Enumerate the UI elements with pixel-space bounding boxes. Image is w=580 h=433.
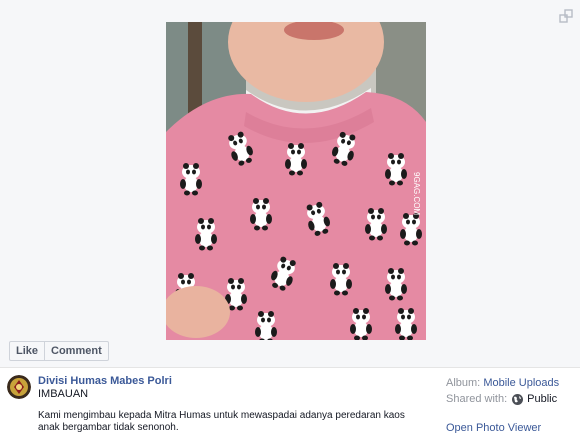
album-row: Album: Mobile Uploads: [446, 375, 559, 391]
audience-row: Shared with: Public: [446, 391, 559, 407]
open-photo-viewer-link[interactable]: Open Photo Viewer: [446, 422, 541, 433]
globe-icon: [512, 393, 524, 405]
post-title: IMBAUAN: [38, 388, 89, 400]
shared-label: Shared with:: [446, 393, 508, 405]
photo-actions: Like Comment: [9, 341, 109, 361]
page-name-link[interactable]: Divisi Humas Mabes Polri: [38, 375, 172, 387]
album-label: Album:: [446, 377, 481, 389]
album-link[interactable]: Mobile Uploads: [483, 376, 559, 390]
post-caption: Kami mengimbau kepada Mitra Humas untuk …: [38, 410, 405, 433]
expand-icon[interactable]: [558, 8, 574, 24]
photo-watermark: 9GAG.COM: [412, 172, 421, 215]
post-photo[interactable]: 9GAG.COM: [166, 22, 426, 340]
page-avatar[interactable]: [7, 375, 31, 399]
photo-image: 9GAG.COM: [166, 22, 426, 340]
post-info: Divisi Humas Mabes Polri IMBAUAN Kami me…: [0, 369, 580, 433]
audience-value[interactable]: Public: [527, 392, 557, 406]
photo-meta: Album: Mobile Uploads Shared with: Publi…: [446, 375, 559, 407]
comment-button[interactable]: Comment: [44, 342, 108, 360]
like-button[interactable]: Like: [10, 342, 44, 360]
photo-stage: 9GAG.COM Like Comment: [0, 0, 580, 368]
